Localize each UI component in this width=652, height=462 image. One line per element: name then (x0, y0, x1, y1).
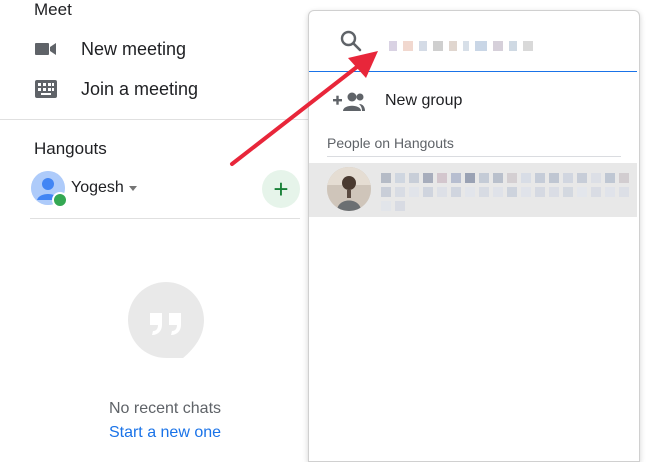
search-icon (340, 30, 362, 52)
search-input[interactable] (309, 11, 637, 72)
contact-avatar (327, 167, 371, 211)
contact-name-redacted (381, 173, 629, 183)
start-new-chat-link[interactable]: Start a new one (0, 424, 330, 442)
keyboard-icon (34, 77, 58, 101)
chat-bubble-icon (128, 282, 204, 358)
people-section-label: People on Hangouts (327, 135, 454, 151)
new-meeting-button[interactable]: New meeting (34, 35, 186, 63)
empty-state-message: No recent chats (108, 400, 222, 417)
section-divider (0, 119, 310, 120)
section-rule (327, 156, 621, 157)
new-meeting-label: New meeting (81, 38, 187, 59)
contact-detail-redacted (381, 187, 629, 197)
user-name: Yogesh (71, 179, 124, 196)
new-group-button[interactable]: New group (309, 83, 637, 119)
new-conversation-popup: New group People on Hangouts (308, 10, 640, 462)
user-divider (30, 218, 300, 219)
user-status-selector[interactable]: Yogesh (31, 170, 137, 208)
avatar (31, 171, 68, 208)
plus-icon: + (273, 174, 289, 204)
meet-section-title: Meet (34, 0, 72, 19)
contact-extra-redacted (381, 201, 405, 211)
join-meeting-label: Join a meeting (81, 78, 199, 99)
group-add-icon (333, 92, 365, 111)
add-chat-button[interactable]: + (262, 170, 300, 208)
video-camera-icon (34, 37, 58, 61)
new-group-label: New group (385, 92, 463, 109)
contact-row[interactable] (309, 163, 637, 217)
sidebar: Meet New meeting Join a meeting Hangouts… (0, 0, 310, 452)
search-redacted-text (389, 39, 533, 53)
join-meeting-button[interactable]: Join a meeting (34, 75, 198, 103)
online-status-icon (52, 192, 68, 208)
chevron-down-icon (128, 185, 137, 191)
hangouts-section-title: Hangouts (34, 139, 107, 158)
